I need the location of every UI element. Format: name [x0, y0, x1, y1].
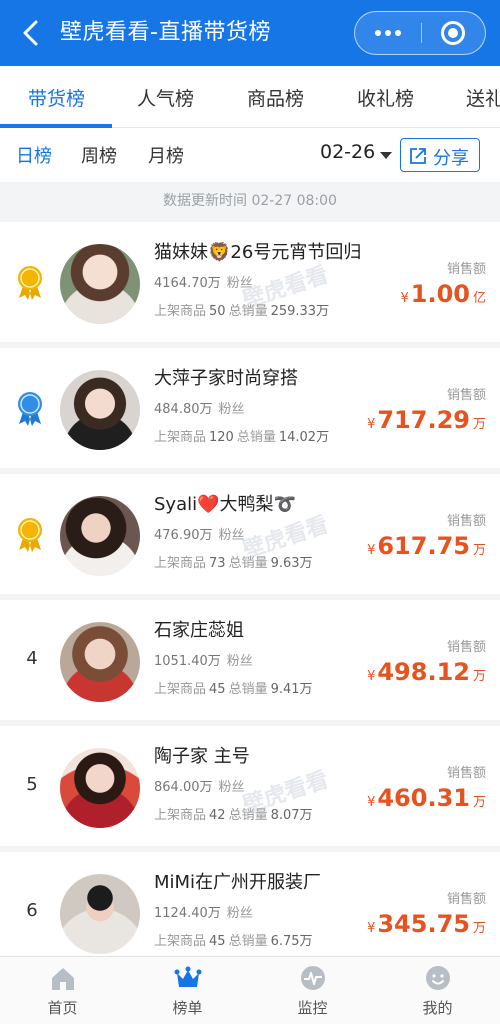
fans-count: 476.90万 粉丝 — [154, 528, 245, 543]
avatar[interactable] — [60, 622, 140, 702]
sales-amount: ¥617.75 万 — [367, 532, 486, 560]
bronze-medal-icon — [18, 518, 42, 552]
product-stats: 上架商品 73 总销量 9.63万 — [154, 556, 313, 571]
sales-amount-label: 销售额 — [446, 766, 486, 781]
sales-amount-label: 销售额 — [446, 640, 486, 655]
sales-amount: ¥460.31 万 — [367, 784, 486, 812]
fans-count: 1051.40万 粉丝 — [154, 654, 253, 669]
page-title: 壁虎看看-直播带货榜 — [60, 20, 271, 45]
avatar[interactable] — [60, 748, 140, 828]
nav-profile[interactable]: 我的 — [375, 957, 500, 1024]
gold-medal-icon — [18, 266, 42, 300]
silver-medal-icon — [18, 392, 42, 426]
bottom-tab-bar: 首页 榜单 监控 我的 — [0, 956, 500, 1024]
share-label: 分享 — [433, 148, 469, 169]
streamer-name: 猫妹妹🦁26号元宵节回归 — [154, 242, 362, 263]
share-button[interactable]: 分享 — [400, 138, 480, 172]
product-stats: 上架商品 45 总销量 9.41万 — [154, 682, 313, 697]
fans-count: 864.00万 粉丝 — [154, 780, 245, 795]
more-options-icon[interactable] — [355, 12, 421, 53]
back-arrow-icon[interactable] — [16, 17, 48, 49]
streamer-name: Syali❤️大鸭梨➰ — [154, 494, 296, 515]
fans-count: 484.80万 粉丝 — [154, 402, 245, 417]
product-stats: 上架商品 50 总销量 259.33万 — [154, 304, 330, 319]
nav-label: 监控 — [297, 999, 328, 1017]
sales-amount: ¥1.00 亿 — [400, 280, 486, 308]
smiley-face-icon — [426, 966, 450, 990]
ranking-tabs: 带货榜 人气榜 商品榜 收礼榜 送礼 — [0, 66, 500, 128]
update-time: 数据更新时间 02-27 08:00 — [163, 193, 337, 209]
nav-label: 首页 — [47, 999, 78, 1017]
chevron-down-icon[interactable] — [380, 152, 392, 159]
streamer-name: 陶子家 主号 — [154, 746, 250, 767]
sales-amount: ¥717.29 万 — [367, 406, 486, 434]
streamer-name: 石家庄蕊姐 — [154, 620, 244, 641]
crown-icon — [174, 966, 202, 987]
nav-ranking[interactable]: 榜单 — [125, 957, 250, 1024]
nav-home[interactable]: 首页 — [0, 957, 125, 1024]
period-weekly[interactable]: 周榜 — [81, 142, 117, 168]
period-selector: 日榜 周榜 月榜 02-26 分享 — [0, 128, 500, 182]
list-item[interactable]: 6 MiMi在广州开服装厂 1124.40万 粉丝 上架商品 45 总销量 6.75万 … — [0, 852, 500, 972]
list-item[interactable]: 猫妹妹🦁26号元宵节回归 4164.70万 粉丝 上架商品 50 总销量 259.33万… — [0, 222, 500, 342]
fans-count: 4164.70万 粉丝 — [154, 276, 253, 291]
home-icon — [52, 968, 74, 990]
share-icon — [410, 148, 426, 164]
sales-amount: ¥345.75 万 — [367, 910, 486, 938]
tab-gift-received-ranking[interactable]: 收礼榜 — [357, 84, 414, 111]
avatar[interactable] — [60, 874, 140, 954]
capsule-divider — [421, 23, 422, 43]
app-header: 壁虎看看-直播带货榜 — [0, 0, 500, 66]
avatar[interactable] — [60, 244, 140, 324]
rank-number: 5 — [26, 774, 38, 795]
list-item[interactable]: 大萍子家时尚穿搭 484.80万 粉丝 上架商品 120 总销量 14.02万 销售额 … — [0, 348, 500, 468]
streamer-name: 大萍子家时尚穿搭 — [154, 368, 298, 389]
sales-amount: ¥498.12 万 — [367, 658, 486, 686]
monitor-pulse-icon — [301, 966, 325, 990]
avatar[interactable] — [60, 496, 140, 576]
sales-amount-label: 销售额 — [446, 388, 486, 403]
product-stats: 上架商品 42 总销量 8.07万 — [154, 808, 313, 823]
tab-sales-ranking[interactable]: 带货榜 — [28, 84, 85, 111]
sales-amount-label: 销售额 — [446, 514, 486, 529]
close-miniprogram-icon[interactable] — [441, 21, 465, 45]
nav-label: 我的 — [422, 999, 453, 1017]
avatar[interactable] — [60, 370, 140, 450]
nav-label: 榜单 — [172, 999, 203, 1017]
period-daily[interactable]: 日榜 — [16, 142, 52, 168]
product-stats: 上架商品 120 总销量 14.02万 — [154, 430, 330, 445]
rank-number: 6 — [26, 900, 38, 921]
tab-product-ranking[interactable]: 商品榜 — [247, 84, 304, 111]
streamer-name: MiMi在广州开服装厂 — [154, 872, 322, 893]
fans-count: 1124.40万 粉丝 — [154, 906, 253, 921]
product-stats: 上架商品 45 总销量 6.75万 — [154, 934, 313, 949]
tab-gift-sent-ranking[interactable]: 送礼 — [466, 84, 500, 111]
tab-popularity-ranking[interactable]: 人气榜 — [137, 84, 194, 111]
period-monthly[interactable]: 月榜 — [148, 142, 184, 168]
sales-amount-label: 销售额 — [446, 262, 486, 277]
mini-program-capsule — [354, 11, 486, 55]
list-item[interactable]: 5 陶子家 主号 864.00万 粉丝 上架商品 42 总销量 8.07万 销售额 ¥4… — [0, 726, 500, 846]
nav-monitor[interactable]: 监控 — [250, 957, 375, 1024]
sales-amount-label: 销售额 — [446, 892, 486, 907]
list-item[interactable]: Syali❤️大鸭梨➰ 476.90万 粉丝 上架商品 73 总销量 9.63万 销售额… — [0, 474, 500, 594]
date-dropdown[interactable]: 02-26 — [320, 141, 375, 163]
list-item[interactable]: 4 石家庄蕊姐 1051.40万 粉丝 上架商品 45 总销量 9.41万 销售额 ¥4… — [0, 600, 500, 720]
rank-number: 4 — [26, 648, 38, 669]
